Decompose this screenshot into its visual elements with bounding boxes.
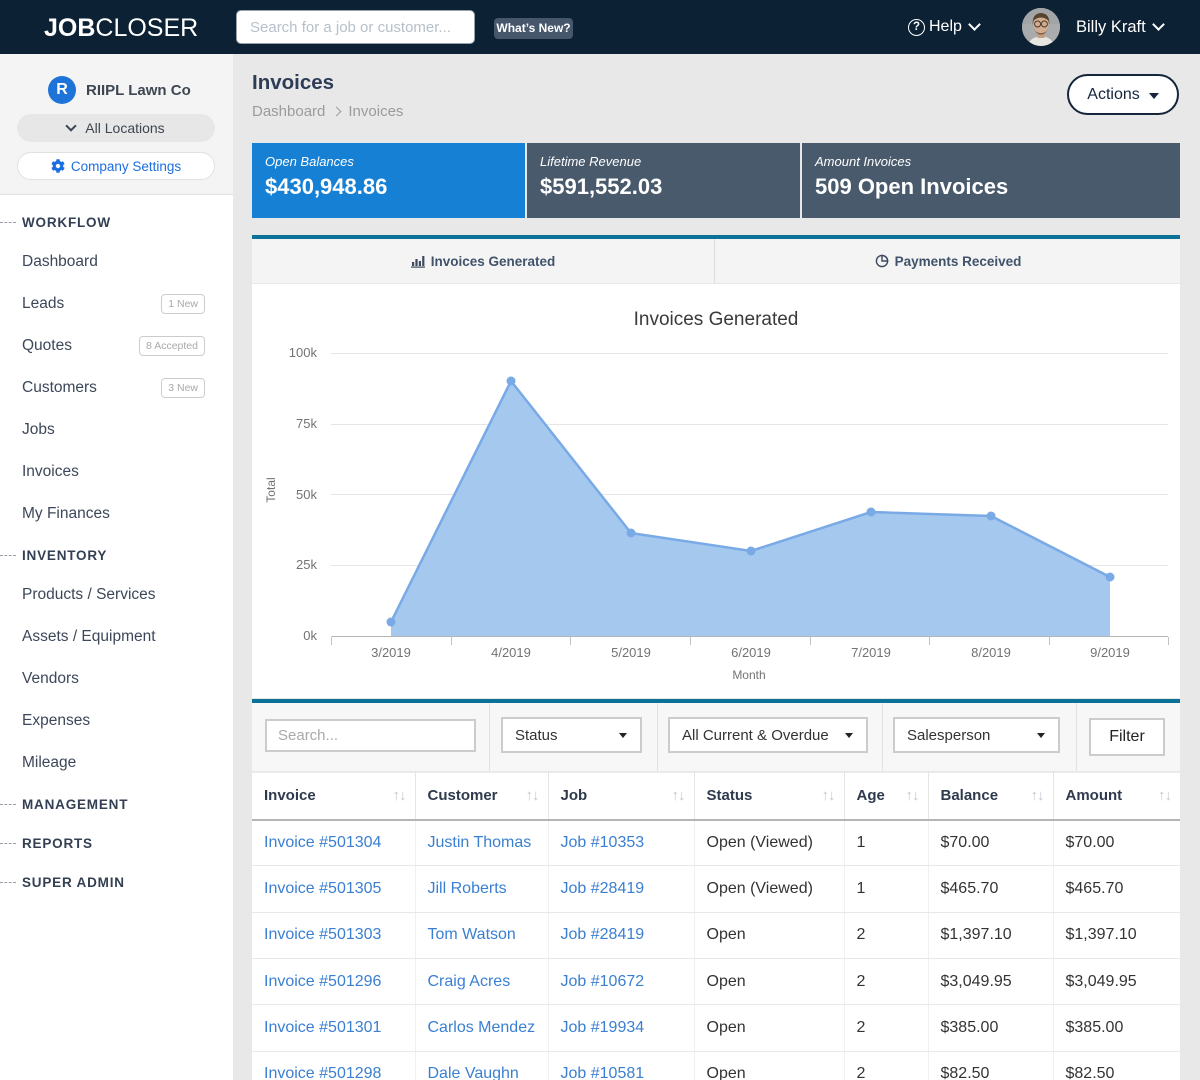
svg-text:3/2019: 3/2019 [371,645,411,660]
svg-text:8/2019: 8/2019 [971,645,1011,660]
svg-text:7/2019: 7/2019 [851,645,891,660]
svg-text:5/2019: 5/2019 [611,645,651,660]
svg-text:Invoices Generated: Invoices Generated [634,309,799,330]
svg-text:4/2019: 4/2019 [491,645,531,660]
svg-text:Total: Total [264,477,278,502]
svg-text:6/2019: 6/2019 [731,645,771,660]
svg-text:9/2019: 9/2019 [1090,645,1130,660]
svg-text:0k: 0k [303,628,317,643]
svg-text:50k: 50k [296,487,317,502]
svg-text:75k: 75k [296,416,317,431]
svg-text:Month: Month [732,668,765,682]
svg-text:25k: 25k [296,557,317,572]
svg-text:100k: 100k [289,345,318,360]
